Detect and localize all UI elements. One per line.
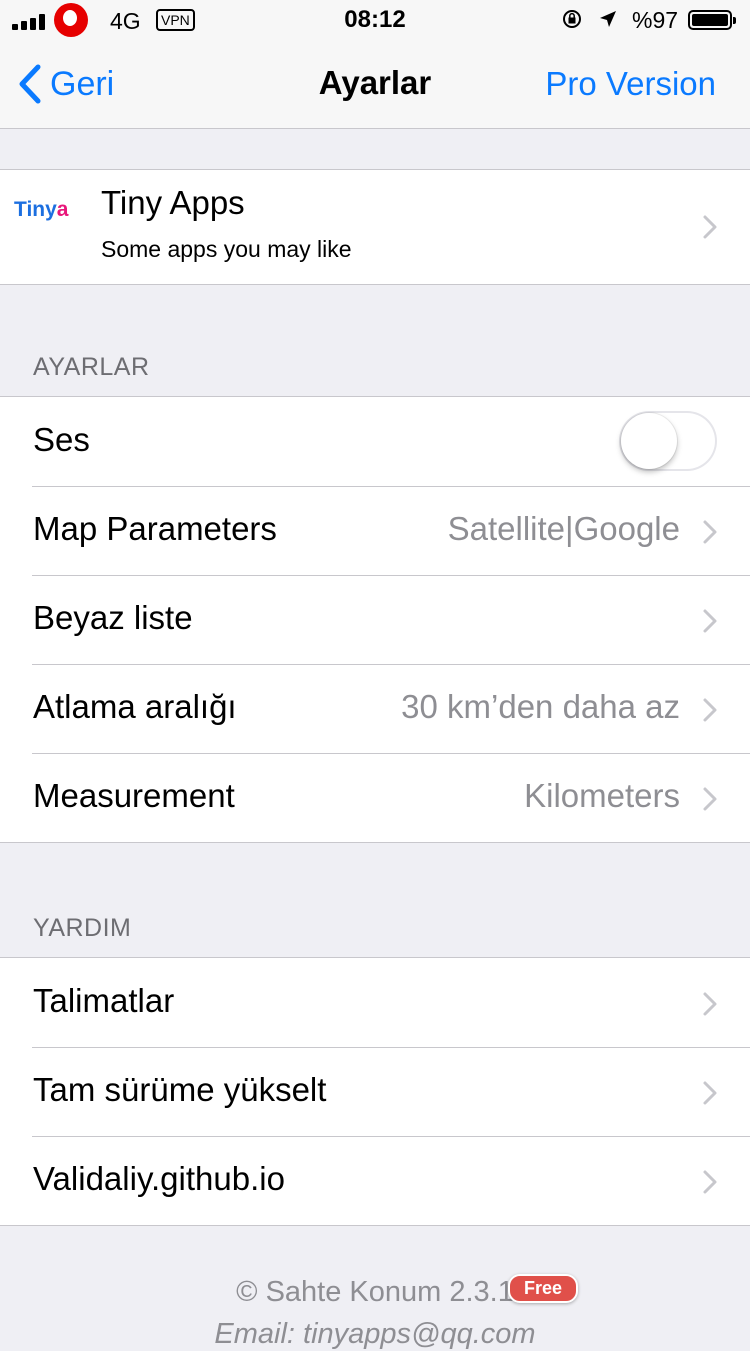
map-parameters-value: Satellite|Google xyxy=(447,510,680,547)
contact-email[interactable]: Email: tinyapps@qq.com xyxy=(0,1318,750,1351)
chevron-right-icon xyxy=(703,698,717,722)
settings-group: Ses Map Parameters Satellite|Google Beya… xyxy=(0,396,750,843)
section-header-help: YARDIM xyxy=(33,914,132,942)
jump-range-row[interactable]: Atlama aralığı 30 km’den daha az xyxy=(0,664,750,753)
free-badge: Free xyxy=(508,1274,579,1303)
battery-percentage: %97 xyxy=(632,7,679,33)
jump-range-label: Atlama aralığı xyxy=(33,688,237,725)
measurement-label: Measurement xyxy=(33,777,235,814)
map-parameters-label: Map Parameters xyxy=(33,510,277,547)
upgrade-label: Tam sürüme yükselt xyxy=(33,1071,327,1108)
tiny-apps-subtitle: Some apps you may like xyxy=(101,236,352,262)
map-parameters-row[interactable]: Map Parameters Satellite|Google xyxy=(0,486,750,575)
instructions-row[interactable]: Talimatlar xyxy=(0,958,750,1047)
whitelist-row[interactable]: Beyaz liste xyxy=(0,575,750,664)
help-group: Talimatlar Tam sürüme yükselt Validaliy.… xyxy=(0,957,750,1226)
website-label: Validaliy.github.io xyxy=(33,1160,285,1197)
sound-label: Ses xyxy=(33,421,90,458)
copyright-text: © Sahte Konum 2.3.1 xyxy=(236,1276,514,1308)
section-header-settings: AYARLAR xyxy=(33,353,150,381)
chevron-right-icon xyxy=(703,609,717,633)
location-arrow-icon xyxy=(600,11,616,27)
whitelist-label: Beyaz liste xyxy=(33,599,193,636)
website-row[interactable]: Validaliy.github.io xyxy=(0,1136,750,1225)
orientation-lock-icon xyxy=(563,10,581,28)
battery-icon xyxy=(688,10,736,30)
toggle-knob xyxy=(621,413,677,469)
tiny-apps-cell[interactable]: Tinya Tiny Apps Some apps you may like xyxy=(0,169,750,285)
pro-version-button[interactable]: Pro Version xyxy=(545,65,716,103)
measurement-row[interactable]: Measurement Kilometers xyxy=(0,753,750,842)
jump-range-value: 30 km’den daha az xyxy=(401,688,680,725)
upgrade-row[interactable]: Tam sürüme yükselt xyxy=(0,1047,750,1136)
chevron-right-icon xyxy=(703,787,717,811)
sound-row: Ses xyxy=(0,397,750,486)
chevron-right-icon xyxy=(703,1081,717,1105)
chevron-right-icon xyxy=(703,520,717,544)
instructions-label: Talimatlar xyxy=(33,982,175,1019)
chevron-right-icon xyxy=(703,1170,717,1194)
sound-toggle[interactable] xyxy=(619,411,717,471)
tiny-apps-title: Tiny Apps xyxy=(101,184,245,221)
measurement-value: Kilometers xyxy=(524,777,680,814)
chevron-right-icon xyxy=(703,215,717,239)
navigation-bar: Geri Ayarlar Pro Version xyxy=(0,40,750,129)
status-bar: 4G VPN 08:12 %97 xyxy=(0,0,750,40)
chevron-right-icon xyxy=(703,992,717,1016)
tiny-apps-logo: Tinya xyxy=(14,198,69,221)
